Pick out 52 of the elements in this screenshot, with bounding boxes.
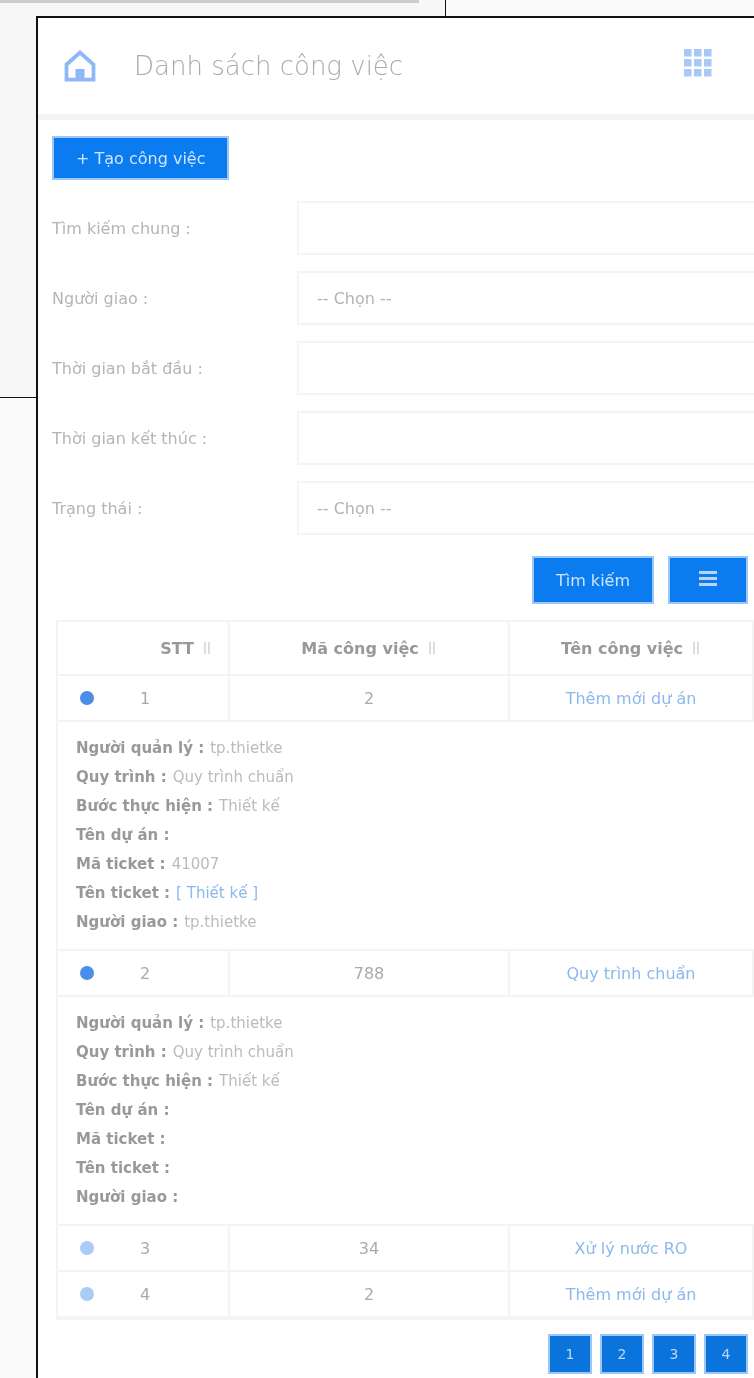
detail-label: Quy trình : [76,767,167,788]
detail-value: Quy trình chuẩn [172,767,294,788]
detail-label: Tên ticket : [76,1158,171,1179]
table-cell: 788 [230,951,510,995]
detail-label: Người giao : [76,1187,179,1208]
task-link[interactable]: Quy trình chuẩn [566,963,696,983]
detail-label: Mã ticket : [76,854,166,875]
select-field[interactable]: -- Chọn -- [297,481,754,535]
detail-label: Người quản lý : [76,1013,205,1034]
task-link[interactable]: Xử lý nước RO [574,1238,688,1258]
detail-value: Quy trình chuẩn [172,1042,294,1063]
detail-value: tp.thietke [210,738,283,759]
page-button[interactable]: 2 [600,1334,644,1374]
detail-label: Mã ticket : [76,1129,166,1150]
table-cell: 1 [140,688,151,708]
create-button[interactable]: + Tạo công việc [52,136,230,180]
filter-label: Tìm kiếm chung : [52,218,192,238]
table-cell: 2 [140,963,151,983]
filter-label: Trạng thái : [52,498,144,518]
task-link[interactable]: Thêm mới dự án [565,1284,697,1304]
column-header[interactable]: Mã công việc [230,622,510,674]
detail-label: Tên dự án : [76,825,170,846]
page-title: Danh sách công việc [134,51,404,81]
filter-label: Thời gian bắt đầu : [52,358,204,378]
detail-label: Bước thực hiện : [76,1071,214,1092]
detail-label: Người giao : [76,912,179,933]
detail-label: Tên ticket : [76,883,171,904]
detail-value: tp.thietke [210,1013,283,1034]
filter-label: Thời gian kết thúc : [52,428,209,448]
detail-value: Thiết kế [219,796,280,817]
table-cell: 34 [230,1226,510,1270]
task-link[interactable]: Thêm mới dự án [565,688,697,708]
detail-value: Thiết kế [219,1071,280,1092]
page-button[interactable]: 4 [704,1334,748,1374]
table-cell: 2 [230,1272,510,1316]
search-button[interactable]: Tìm kiếm [531,556,654,604]
detail-label: Bước thực hiện : [76,796,214,817]
ticket-link[interactable]: [ Thiết kế ] [176,881,258,906]
detail-value: tp.thietke [184,912,257,933]
table-cell: 4 [140,1284,151,1304]
detail-label: Tên dự án : [76,1100,170,1121]
select-field[interactable]: -- Chọn -- [297,271,754,325]
detail-label: Quy trình : [76,1042,167,1063]
filter-label: Người giao : [52,288,150,308]
page-button[interactable]: 1 [548,1334,592,1374]
column-header[interactable]: Tên công việc [510,622,754,674]
table-cell: 3 [140,1238,151,1258]
page-button[interactable]: 3 [652,1334,696,1374]
table-cell: 2 [230,676,510,720]
detail-value: 41007 [171,854,220,875]
column-header[interactable]: STT [58,622,230,674]
detail-label: Người quản lý : [76,738,205,759]
